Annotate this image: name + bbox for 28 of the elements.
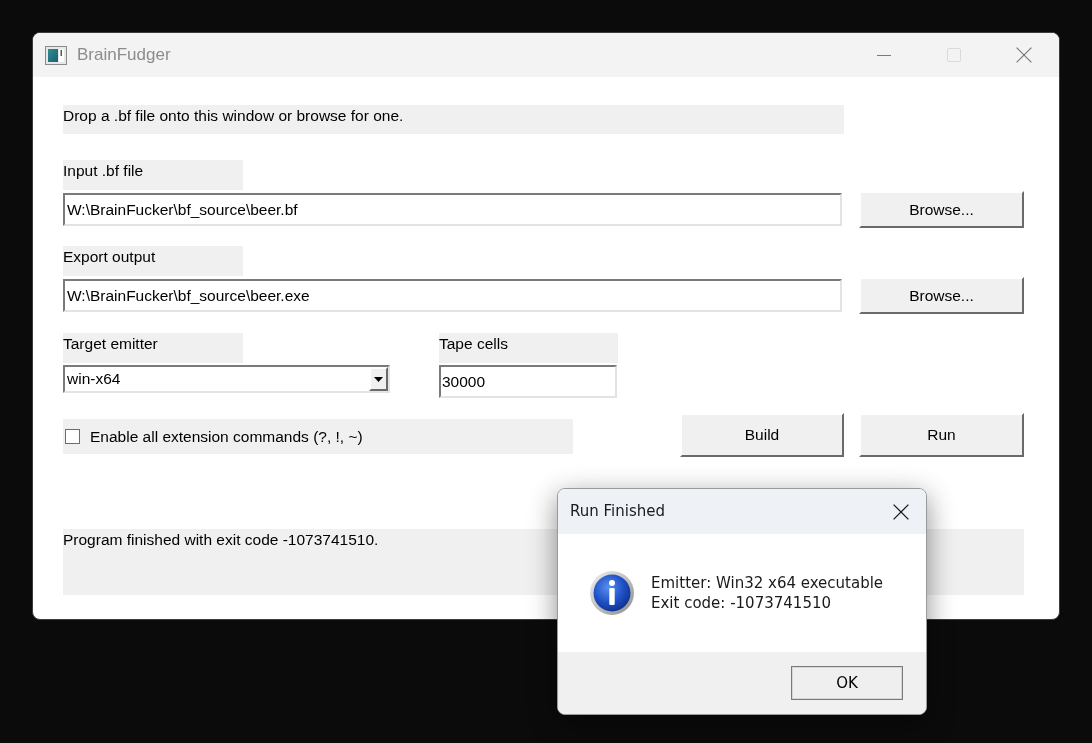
- hint-text: Drop a .bf file onto this window or browse for one.: [63, 105, 844, 134]
- action-button[interactable]: Run: [859, 413, 1024, 457]
- checkbox[interactable]: [65, 429, 80, 444]
- checkbox-label: Enable all extension commands (?, !, ~): [90, 426, 363, 447]
- field-label: Target emitter: [63, 333, 243, 363]
- file-path-field[interactable]: W:\BrainFucker\bf_source\beer.exe: [63, 279, 842, 312]
- app-icon: [45, 45, 67, 65]
- close-icon: [893, 503, 909, 520]
- dialog-message: Exit code: -1073741510: [651, 593, 832, 613]
- info-icon: [590, 571, 634, 615]
- dialog-title: Run Finished: [570, 501, 665, 523]
- dialog-message: Emitter: Win32 x64 executable: [651, 573, 884, 593]
- caret-down-icon: [374, 376, 383, 382]
- dropdown-button[interactable]: [369, 367, 388, 391]
- minimize-icon: [877, 54, 891, 56]
- emitter-dropdown[interactable]: win-x64: [63, 365, 390, 393]
- close-icon: [1016, 47, 1032, 63]
- maximize-icon: [947, 48, 961, 62]
- action-button[interactable]: Build: [680, 413, 844, 457]
- browse-button[interactable]: Browse...: [859, 277, 1024, 314]
- window-title: BrainFudger: [77, 44, 171, 67]
- tape-cells-field[interactable]: 30000: [439, 365, 617, 398]
- ok-button[interactable]: OK: [791, 666, 903, 700]
- browse-button[interactable]: Browse...: [859, 191, 1024, 228]
- field-label: Input .bf file: [63, 160, 243, 190]
- field-label: Export output: [63, 246, 243, 276]
- file-path-field[interactable]: W:\BrainFucker\bf_source\beer.bf: [63, 193, 842, 226]
- field-label: Tape cells: [439, 333, 618, 363]
